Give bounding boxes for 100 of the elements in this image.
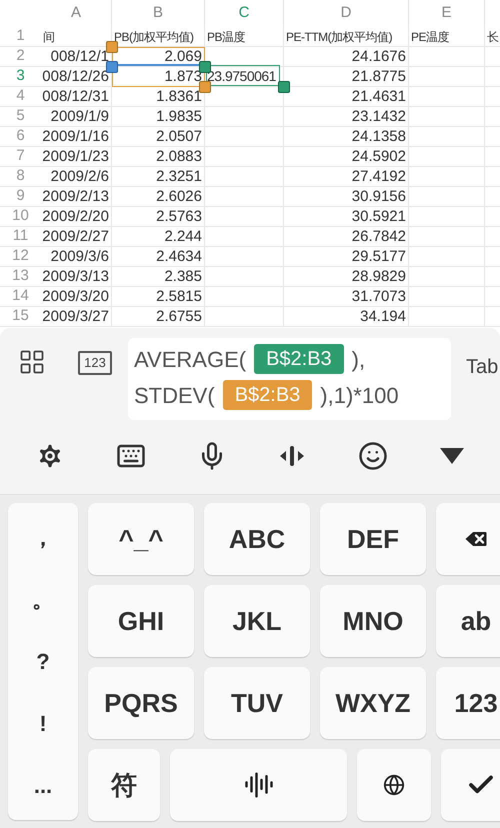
table-cell: 长 — [487, 30, 498, 42]
row-number[interactable]: 11 — [12, 225, 28, 248]
table-cell: PE温度 — [411, 30, 450, 42]
table-cell: 2.5763 — [156, 209, 202, 224]
column-header[interactable]: B — [152, 2, 163, 25]
row-number[interactable]: 12 — [12, 245, 29, 268]
punctuation-key[interactable]: ? — [36, 644, 50, 678]
keyboard-key[interactable]: ab — [436, 585, 500, 657]
table-cell: 2009/1/16 — [42, 129, 109, 144]
table-cell: 2.6755 — [156, 309, 202, 324]
keyboard-key[interactable]: GHI — [88, 585, 194, 657]
shapes-icon[interactable] — [18, 348, 46, 376]
formula-text: STDEV( — [134, 382, 215, 410]
range-reference[interactable]: B$2:B3 — [222, 380, 312, 410]
table-cell: PE-TTM(加权平均值) — [286, 30, 392, 42]
table-cell: 28.9829 — [352, 269, 406, 284]
table-cell: 23.1432 — [352, 109, 406, 124]
column-header[interactable]: C — [238, 2, 250, 25]
selection-handle[interactable] — [278, 81, 290, 93]
table-cell: 008/12/26 — [42, 69, 109, 84]
table-cell: 2009/3/20 — [42, 289, 109, 304]
collapse-icon[interactable] — [438, 447, 465, 465]
column-header[interactable]: E — [441, 2, 452, 25]
table-cell: 008/12/31 — [42, 89, 109, 104]
table-cell: 2.4634 — [156, 249, 202, 264]
table-cell: 2009/1/23 — [42, 149, 109, 164]
row-number[interactable]: 14 — [12, 285, 29, 308]
formula-field[interactable]: AVERAGE( B$2:B3 ), STDEV( B$2:B3 ),1)*100 — [128, 338, 451, 420]
table-cell: 2.5815 — [156, 289, 202, 304]
punctuation-key[interactable]: 。 — [32, 583, 54, 616]
table-cell: 1.9835 — [156, 109, 202, 124]
number-keypad-button[interactable]: 123 — [78, 351, 112, 375]
column-header[interactable]: D — [340, 2, 352, 25]
keyboard-key[interactable]: WXYZ — [320, 667, 426, 739]
formula-text: ),1)*100 — [320, 382, 399, 410]
globe-icon — [383, 774, 405, 796]
row-number[interactable]: 15 — [12, 305, 29, 328]
table-cell: 008/12/1 — [50, 49, 109, 64]
punctuation-key[interactable]: ， — [32, 521, 54, 554]
table-cell: 2009/3/27 — [42, 309, 109, 324]
table-cell: PB温度 — [207, 30, 246, 42]
table-cell: 1.873 — [164, 69, 202, 84]
row-number[interactable]: 8 — [16, 165, 25, 188]
keyboard-key[interactable]: MNO — [320, 585, 426, 657]
table-cell: 2.244 — [164, 229, 202, 244]
table-cell: 2.0507 — [156, 129, 202, 144]
table-cell: 30.9156 — [352, 189, 406, 204]
formula-text: ), — [352, 346, 366, 374]
keyboard-key[interactable]: TUV — [204, 667, 310, 739]
table-cell: 24.1358 — [352, 129, 406, 144]
keyboard-key[interactable]: DEF — [320, 503, 426, 575]
table-cell: 2.385 — [164, 269, 202, 284]
emoji-icon[interactable] — [358, 441, 388, 471]
table-cell: 2009/2/27 — [42, 229, 109, 244]
table-cell: 29.5177 — [352, 249, 406, 264]
table-cell: 31.7073 — [352, 289, 406, 304]
row-number[interactable]: 4 — [16, 85, 25, 108]
row-number[interactable]: 13 — [12, 265, 29, 288]
table-cell: 间 — [43, 30, 54, 42]
row-number[interactable]: 9 — [16, 185, 25, 208]
table-cell: 26.7842 — [352, 229, 406, 244]
row-number[interactable]: 2 — [16, 45, 25, 68]
table-cell: 30.5921 — [352, 209, 406, 224]
keyboard-key[interactable]: PQRS — [88, 667, 194, 739]
language-key[interactable] — [357, 749, 431, 821]
table-cell: 2.3251 — [156, 169, 202, 184]
table-cell: 2.0883 — [156, 149, 202, 164]
table-cell: 24.5902 — [352, 149, 406, 164]
table-cell: 1.8361 — [156, 89, 202, 104]
table-cell: 2009/2/20 — [42, 209, 109, 224]
keyboard-key[interactable]: ^_^ — [88, 503, 194, 575]
table-cell: 2.069 — [164, 49, 202, 64]
row-number[interactable]: 5 — [16, 105, 25, 128]
keyboard-key[interactable]: 符 — [88, 749, 160, 821]
row-number[interactable]: 3 — [16, 65, 25, 88]
punctuation-key[interactable]: ... — [34, 768, 52, 802]
table-cell: 21.8775 — [352, 69, 406, 84]
table-cell: 2.6026 — [156, 189, 202, 204]
keyboard-key[interactable]: ABC — [204, 503, 310, 575]
table-cell: 34.194 — [360, 309, 406, 324]
row-number[interactable]: 10 — [12, 205, 29, 228]
enter-key[interactable] — [441, 749, 500, 821]
table-cell: 2009/2/6 — [50, 169, 109, 184]
keyboard-key[interactable]: 123 — [436, 667, 500, 739]
table-cell: 24.1676 — [352, 49, 406, 64]
table-cell: 2009/1/9 — [50, 109, 109, 124]
column-header[interactable]: A — [70, 2, 81, 25]
keyboard-key[interactable]: JKL — [204, 585, 310, 657]
table-cell: PB(加权平均值) — [114, 30, 194, 42]
formula-text: AVERAGE( — [134, 346, 246, 374]
tab-key[interactable]: Tab — [466, 352, 498, 382]
punctuation-key[interactable]: ! — [39, 706, 47, 740]
range-reference[interactable]: B$2:B3 — [254, 344, 344, 374]
table-cell: 2009/2/13 — [42, 189, 109, 204]
table-cell: 2009/3/6 — [50, 249, 109, 264]
row-number[interactable]: 6 — [16, 125, 25, 148]
backspace-key[interactable] — [436, 503, 500, 575]
row-number[interactable]: 7 — [16, 145, 25, 168]
table-cell: 2009/3/13 — [42, 269, 109, 284]
row-number[interactable]: 1 — [16, 25, 25, 48]
